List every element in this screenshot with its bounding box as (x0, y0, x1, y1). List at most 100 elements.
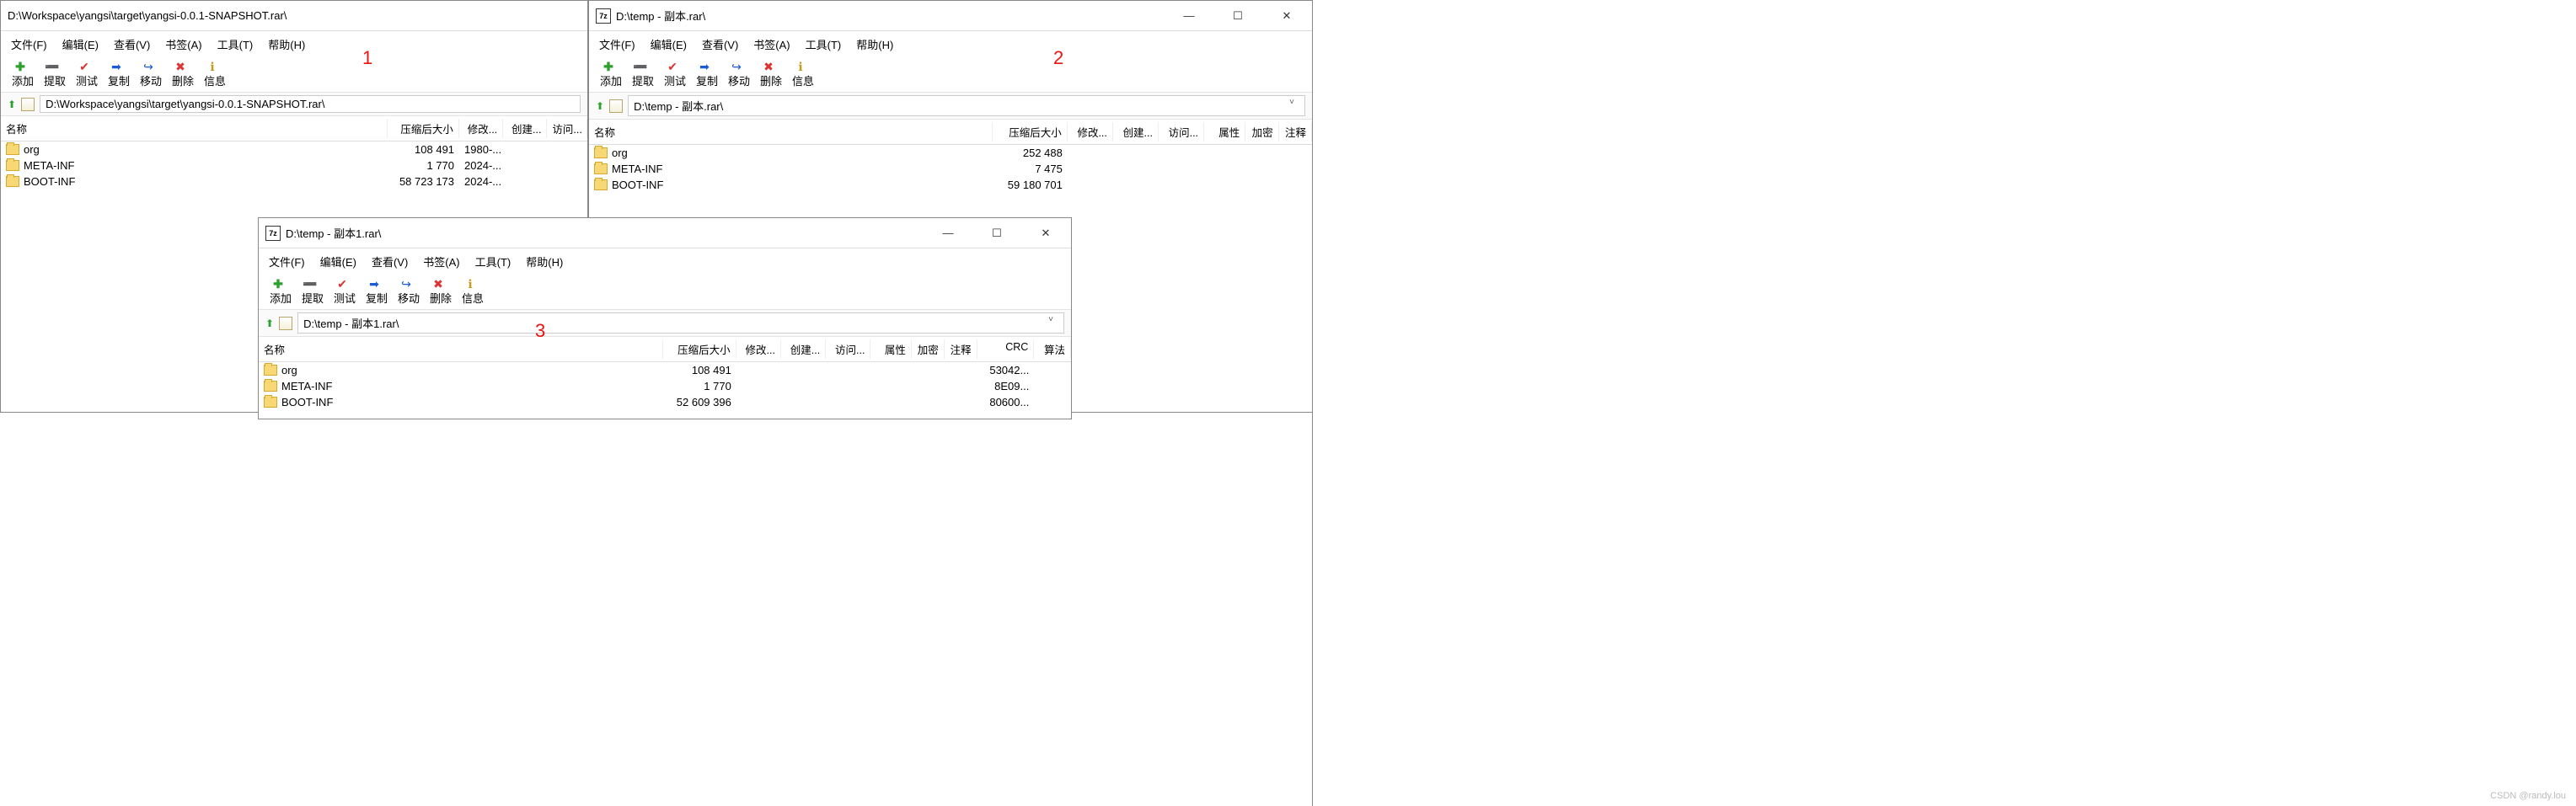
titlebar[interactable]: 7z D:\temp - 副本.rar\ — ☐ ✕ (589, 1, 1312, 31)
column-header-modified[interactable]: 修改... (736, 339, 781, 359)
move-label[interactable]: 移动 (137, 72, 164, 88)
column-header-encrypted[interactable]: 加密 (1245, 122, 1278, 141)
menu-file[interactable]: 文件(F) (269, 254, 305, 270)
test-icon[interactable]: ✔ (665, 61, 680, 72)
path-input[interactable]: D:\temp - 副本1.rar\˅ (297, 312, 1064, 334)
up-icon[interactable]: ⬆ (8, 99, 16, 110)
titlebar[interactable]: D:\Workspace\yangsi\target\yangsi-0.0.1-… (1, 1, 587, 31)
column-headers[interactable]: 名称压缩后大小修改...创建...访问...属性加密注释 (589, 120, 1312, 145)
column-header-crc[interactable]: CRC (977, 339, 1035, 359)
table-row[interactable]: META-INF1 7702024-... (1, 157, 587, 173)
table-row[interactable]: org108 49153042... (259, 362, 1071, 378)
column-header-name[interactable]: 名称 (589, 122, 993, 141)
path-input[interactable]: D:\Workspace\yangsi\target\yangsi-0.0.1-… (40, 95, 581, 113)
menu-edit[interactable]: 编辑(E) (320, 254, 356, 270)
table-row[interactable]: BOOT-INF59 180 701 (589, 177, 1312, 193)
menu-bookmark[interactable]: 书签(A) (423, 254, 459, 270)
menu-view[interactable]: 查看(V) (114, 36, 150, 52)
column-headers[interactable]: 名称压缩后大小修改...创建...访问...属性加密注释CRC算法 (259, 337, 1071, 362)
table-row[interactable]: META-INF1 7708E09... (259, 378, 1071, 394)
menu-edit[interactable]: 编辑(E) (651, 36, 687, 52)
copy-label[interactable]: 复制 (694, 72, 720, 88)
column-header-created[interactable]: 创建... (503, 119, 547, 138)
add-icon[interactable]: ✚ (270, 278, 286, 290)
move-label[interactable]: 移动 (726, 72, 752, 88)
move-icon[interactable]: ↪ (729, 61, 744, 72)
delete-label[interactable]: 删除 (169, 72, 196, 88)
menu-edit[interactable]: 编辑(E) (62, 36, 99, 52)
extract-icon[interactable]: ➖ (303, 278, 318, 290)
info-label[interactable]: 信息 (201, 72, 228, 88)
extract-label[interactable]: 提取 (41, 72, 68, 88)
menu-file[interactable]: 文件(F) (11, 36, 47, 52)
column-header-algo[interactable]: 算法 (1034, 339, 1071, 359)
menu-bookmark[interactable]: 书签(A) (165, 36, 201, 52)
up-icon[interactable]: ⬆ (265, 318, 274, 329)
move-icon[interactable]: ↪ (141, 61, 156, 72)
delete-icon[interactable]: ✖ (431, 278, 446, 290)
test-label[interactable]: 测试 (331, 290, 358, 306)
add-label[interactable]: 添加 (267, 290, 294, 306)
menu-view[interactable]: 查看(V) (702, 36, 738, 52)
column-header-packed[interactable]: 压缩后大小 (993, 122, 1067, 141)
column-header-accessed[interactable]: 访问... (1159, 122, 1204, 141)
test-icon[interactable]: ✔ (77, 61, 92, 72)
add-icon[interactable]: ✚ (601, 61, 616, 72)
column-header-created[interactable]: 创建... (781, 339, 826, 359)
column-header-created[interactable]: 创建... (1113, 122, 1159, 141)
table-row[interactable]: org108 4911980-... (1, 141, 587, 157)
column-header-comment[interactable]: 注释 (945, 339, 977, 359)
menu-help[interactable]: 帮助(H) (856, 36, 893, 52)
column-header-attrs[interactable]: 属性 (870, 339, 911, 359)
add-icon[interactable]: ✚ (13, 61, 28, 72)
move-icon[interactable]: ↪ (399, 278, 414, 290)
minimize-button[interactable]: — (1177, 8, 1201, 24)
info-icon[interactable]: ℹ (793, 61, 808, 72)
column-header-name[interactable]: 名称 (259, 339, 663, 359)
table-row[interactable]: org252 488 (589, 145, 1312, 161)
column-header-accessed[interactable]: 访问... (826, 339, 870, 359)
up-icon[interactable]: ⬆ (596, 100, 604, 112)
copy-icon[interactable]: ➡ (697, 61, 712, 72)
info-icon[interactable]: ℹ (463, 278, 478, 290)
column-header-packed[interactable]: 压缩后大小 (663, 339, 736, 359)
chevron-down-icon[interactable]: ˅ (1043, 315, 1058, 331)
menu-file[interactable]: 文件(F) (599, 36, 635, 52)
delete-icon[interactable]: ✖ (761, 61, 776, 72)
copy-label[interactable]: 复制 (105, 72, 132, 88)
test-label[interactable]: 测试 (661, 72, 688, 88)
copy-icon[interactable]: ➡ (367, 278, 382, 290)
table-row[interactable]: META-INF7 475 (589, 161, 1312, 177)
delete-label[interactable]: 删除 (427, 290, 454, 306)
maximize-button[interactable]: ☐ (1226, 8, 1250, 24)
delete-label[interactable]: 删除 (758, 72, 785, 88)
test-icon[interactable]: ✔ (335, 278, 350, 290)
column-header-packed[interactable]: 压缩后大小 (388, 119, 459, 138)
column-header-encrypted[interactable]: 加密 (912, 339, 945, 359)
close-button[interactable]: ✕ (1034, 225, 1058, 242)
info-icon[interactable]: ℹ (205, 61, 220, 72)
menu-help[interactable]: 帮助(H) (268, 36, 305, 52)
chevron-down-icon[interactable]: ˅ (1284, 98, 1299, 114)
minimize-button[interactable]: — (936, 225, 960, 242)
menu-tool[interactable]: 工具(T) (475, 254, 511, 270)
add-label[interactable]: 添加 (9, 72, 36, 88)
table-row[interactable]: BOOT-INF58 723 1732024-... (1, 173, 587, 189)
titlebar[interactable]: 7z D:\temp - 副本1.rar\ — ☐ ✕ (259, 218, 1071, 248)
maximize-button[interactable]: ☐ (985, 225, 1009, 242)
column-header-attrs[interactable]: 属性 (1204, 122, 1245, 141)
copy-label[interactable]: 复制 (363, 290, 390, 306)
delete-icon[interactable]: ✖ (173, 61, 188, 72)
extract-icon[interactable]: ➖ (45, 61, 60, 72)
info-label[interactable]: 信息 (790, 72, 817, 88)
test-label[interactable]: 测试 (73, 72, 100, 88)
menu-tool[interactable]: 工具(T) (217, 36, 254, 52)
column-header-modified[interactable]: 修改... (1068, 122, 1113, 141)
column-header-modified[interactable]: 修改... (459, 119, 503, 138)
add-label[interactable]: 添加 (597, 72, 624, 88)
column-header-name[interactable]: 名称 (1, 119, 388, 138)
path-input[interactable]: D:\temp - 副本.rar\˅ (628, 95, 1305, 116)
column-headers[interactable]: 名称压缩后大小修改...创建...访问... (1, 116, 587, 141)
extract-label[interactable]: 提取 (629, 72, 656, 88)
extract-label[interactable]: 提取 (299, 290, 326, 306)
